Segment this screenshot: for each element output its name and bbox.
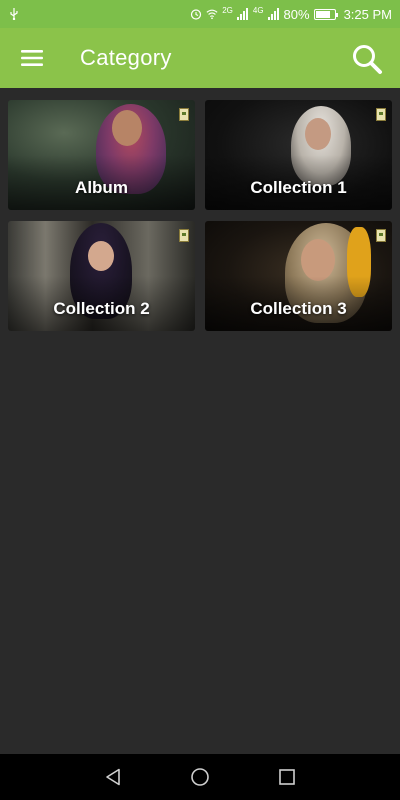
system-nav-bar: [0, 754, 400, 800]
category-grid: Album Collection 1 Collection 2 Collecti…: [8, 100, 392, 331]
menu-button[interactable]: [0, 28, 64, 88]
battery-icon: [313, 8, 338, 20]
network-type-4g: 4G: [252, 5, 264, 15]
status-bar: 2G 4G 80% 3:25 PM: [0, 0, 400, 28]
portrait-face: [301, 239, 335, 281]
recents-square-icon: [278, 769, 295, 785]
category-label: Collection 1: [250, 178, 347, 197]
signal-icon: [267, 8, 280, 20]
channel-badge-icon: [179, 229, 189, 242]
wifi-icon: [206, 8, 218, 20]
category-label: Collection 3: [250, 299, 347, 318]
app-screen: 2G 4G 80% 3:25 PM Category Album Collect…: [0, 0, 400, 800]
portrait-face: [88, 241, 114, 271]
back-triangle-icon: [106, 768, 121, 786]
channel-badge-icon: [376, 229, 386, 242]
home-button[interactable]: [180, 757, 220, 797]
channel-badge-icon: [376, 108, 386, 121]
category-label: Collection 2: [53, 299, 150, 318]
battery-fill: [315, 10, 330, 18]
category-card-collection-1[interactable]: Collection 1: [205, 100, 392, 210]
app-bar: Category: [0, 28, 400, 88]
category-label: Album: [75, 178, 128, 197]
portrait-face: [112, 110, 142, 146]
home-circle-icon: [191, 768, 209, 786]
category-card-collection-2[interactable]: Collection 2: [8, 221, 195, 331]
category-card-collection-3[interactable]: Collection 3: [205, 221, 392, 331]
category-card-album[interactable]: Album: [8, 100, 195, 210]
network-type-2g: 2G: [222, 5, 233, 15]
hamburger-menu-icon: [21, 50, 43, 66]
page-title: Category: [80, 45, 172, 70]
search-icon: [353, 45, 382, 74]
search-button[interactable]: [348, 40, 386, 78]
battery-percent: 80%: [283, 6, 310, 22]
recents-button[interactable]: [267, 757, 307, 797]
back-button[interactable]: [93, 757, 133, 797]
signal-icon: [236, 8, 249, 20]
channel-badge-icon: [179, 108, 189, 121]
alarm-icon: [190, 8, 202, 20]
clock: 3:25 PM: [343, 6, 392, 22]
portrait-face: [305, 118, 331, 150]
usb-icon: [8, 8, 20, 20]
